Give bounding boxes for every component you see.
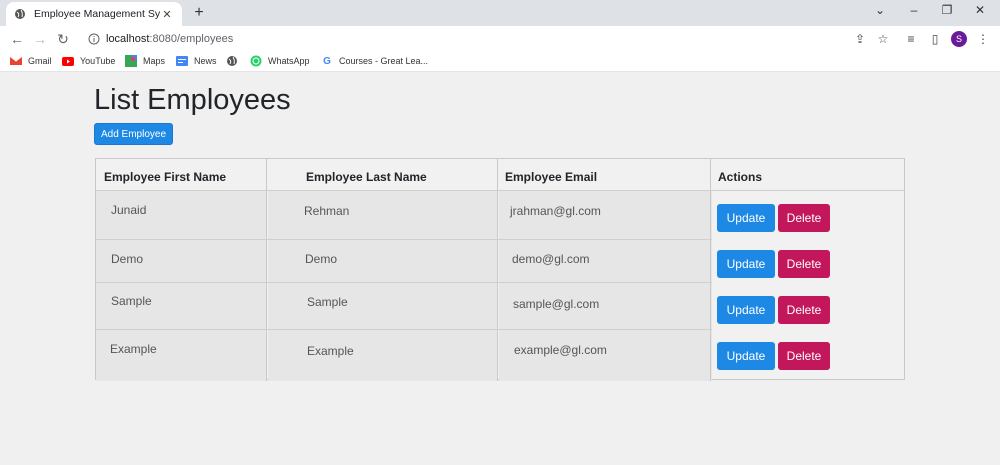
avatar[interactable]: S	[951, 31, 967, 47]
bookmark-globe[interactable]	[226, 55, 244, 67]
cell-email: demo@gl.com	[512, 252, 590, 266]
bookmark-label: YouTube	[80, 56, 116, 66]
bookmark-label: Gmail	[28, 56, 52, 66]
column-divider	[710, 159, 711, 381]
new-tab-icon[interactable]: +	[190, 4, 208, 22]
row-divider	[96, 239, 712, 240]
update-button[interactable]: Update	[717, 204, 775, 232]
browser-toolbar: ← → ↻ localhost:8080/employees ⇪ ☆ ≡ ▯ ⋮	[0, 26, 1000, 52]
bookmarks-bar: Gmail YouTube Maps News WhatsApp G Cours…	[0, 52, 1000, 72]
bookmark-maps[interactable]: Maps	[125, 55, 165, 67]
row-divider	[96, 282, 712, 283]
column-divider	[497, 159, 498, 381]
url-host: localhost	[106, 33, 150, 45]
back-icon[interactable]: ←	[8, 30, 26, 48]
update-button[interactable]: Update	[717, 296, 775, 324]
header-last-name: Employee Last Name	[306, 170, 427, 184]
header-email: Employee Email	[505, 170, 598, 184]
forward-icon[interactable]: →	[31, 30, 49, 48]
tab-title: Employee Management System	[34, 8, 160, 20]
chevron-down-icon[interactable]: ⌄	[870, 3, 890, 17]
globe-icon	[226, 55, 238, 67]
reading-list-icon[interactable]: ≡	[904, 32, 918, 46]
update-button[interactable]: Update	[717, 250, 775, 278]
last-name-column	[268, 191, 498, 381]
bookmark-label: Maps	[143, 56, 166, 66]
menu-icon[interactable]: ⋮	[976, 32, 990, 46]
cell-first-name: Demo	[111, 252, 144, 266]
cell-email: example@gl.com	[514, 343, 607, 357]
url-path: :8080/employees	[149, 33, 234, 45]
tab-strip: Employee Management System ✕ + ⌄ – ❐ ✕	[0, 0, 1000, 26]
minimize-icon[interactable]: –	[904, 3, 924, 17]
globe-icon	[14, 8, 26, 20]
star-icon[interactable]: ☆	[876, 32, 890, 46]
row-divider	[96, 329, 712, 330]
column-divider	[266, 159, 267, 381]
bookmark-news[interactable]: News	[176, 55, 217, 67]
browser-tab[interactable]: Employee Management System ✕	[6, 2, 182, 26]
cell-first-name: Sample	[111, 294, 152, 308]
cell-last-name: Rehman	[304, 204, 350, 218]
reload-icon[interactable]: ↻	[54, 30, 72, 48]
cell-last-name: Demo	[305, 252, 338, 266]
bookmark-youtube[interactable]: YouTube	[62, 55, 115, 67]
youtube-icon	[62, 55, 74, 67]
cell-first-name: Junaid	[111, 203, 147, 217]
cell-last-name: Example	[307, 344, 354, 358]
cell-last-name: Sample	[307, 295, 348, 309]
page-title: List Employees	[94, 84, 291, 116]
header-divider	[96, 190, 904, 191]
close-icon[interactable]: ✕	[160, 8, 174, 21]
delete-button[interactable]: Delete	[778, 204, 830, 232]
side-panel-icon[interactable]: ▯	[928, 32, 942, 46]
bookmark-label: News	[194, 56, 217, 66]
info-icon[interactable]	[88, 33, 100, 45]
window-close-icon[interactable]: ✕	[970, 3, 990, 17]
address-bar[interactable]: localhost:8080/employees	[80, 29, 840, 49]
bookmark-whatsapp[interactable]: WhatsApp	[250, 55, 310, 67]
whatsapp-icon	[250, 55, 262, 67]
share-icon[interactable]: ⇪	[853, 32, 867, 46]
bookmark-label: Courses - Great Lea...	[339, 56, 429, 66]
cell-email: sample@gl.com	[513, 297, 600, 311]
bookmark-gmail[interactable]: Gmail	[10, 55, 52, 67]
update-button[interactable]: Update	[717, 342, 775, 370]
cell-first-name: Example	[110, 342, 157, 356]
gmail-icon	[10, 55, 22, 67]
maps-icon	[125, 55, 137, 67]
delete-button[interactable]: Delete	[778, 296, 830, 324]
news-icon	[176, 55, 188, 67]
google-icon: G	[323, 55, 331, 67]
employee-table: Employee First Name Employee Last Name E…	[95, 158, 905, 381]
add-employee-button[interactable]: Add Employee	[94, 123, 173, 145]
delete-button[interactable]: Delete	[778, 250, 830, 278]
header-first-name: Employee First Name	[104, 170, 227, 184]
bookmark-courses[interactable]: G Courses - Great Lea...	[321, 55, 428, 67]
delete-button[interactable]: Delete	[778, 342, 830, 370]
restore-icon[interactable]: ❐	[937, 3, 957, 17]
header-actions: Actions	[718, 170, 763, 184]
bookmark-label: WhatsApp	[268, 56, 310, 66]
cell-email: jrahman@gl.com	[510, 204, 601, 218]
